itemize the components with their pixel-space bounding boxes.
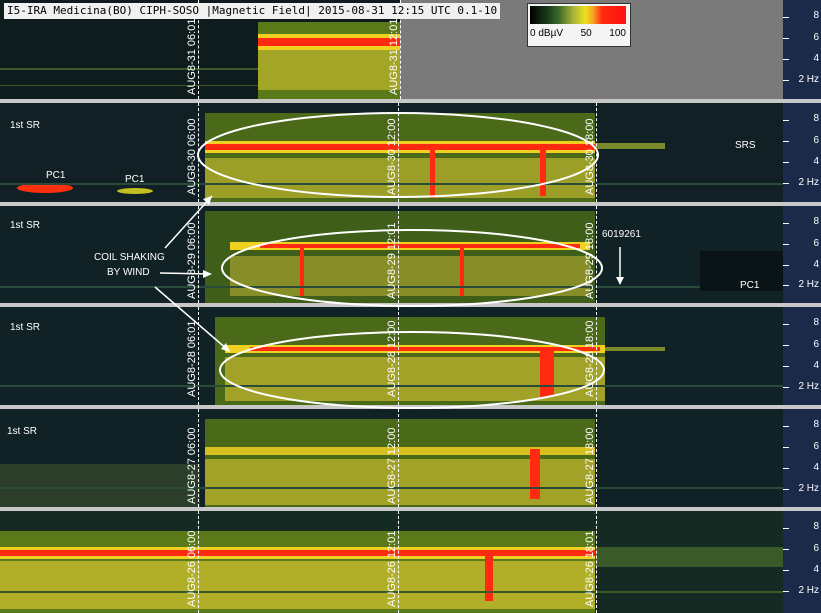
freq-tick-2hz: 2 Hz xyxy=(798,279,819,290)
freq-tick-4: 4 xyxy=(813,360,819,371)
freq-tick-6: 6 xyxy=(813,32,819,43)
color-scale-max-label: 100 xyxy=(609,28,626,39)
ellipse-aug30 xyxy=(197,112,599,198)
freq-tick-8: 8 xyxy=(813,10,819,21)
color-scale-min-label: 0 dBµV xyxy=(530,28,564,39)
color-scale-mid-label: 50 xyxy=(580,28,592,39)
freq-tick-8: 8 xyxy=(813,521,819,532)
arrow-to-aug28 xyxy=(154,286,229,351)
freq-tick-2hz: 2 Hz xyxy=(798,483,819,494)
freq-tick-2hz: 2 Hz xyxy=(798,74,819,85)
freq-tick-4: 4 xyxy=(813,156,819,167)
annotation-overlay xyxy=(154,112,624,409)
arrow-to-aug29 xyxy=(159,272,211,275)
freq-tick-6: 6 xyxy=(813,543,819,554)
freq-tick-4: 4 xyxy=(813,259,819,270)
freq-tick-8: 8 xyxy=(813,419,819,430)
frequency-axis-aug27: 8 6 4 2 Hz xyxy=(783,409,821,507)
freq-tick-6: 6 xyxy=(813,441,819,452)
freq-tick-2hz: 2 Hz xyxy=(798,177,819,188)
freq-tick-4: 4 xyxy=(813,462,819,473)
freq-tick-8: 8 xyxy=(813,317,819,328)
color-scale-bar xyxy=(530,6,626,24)
frequency-axis-aug29: 8 6 4 2 Hz xyxy=(783,206,821,303)
ellipse-aug29 xyxy=(221,229,603,307)
freq-tick-6: 6 xyxy=(813,339,819,350)
spectrogram-title: I5-IRA Medicina(BO) CIPH-SOSO |Magnetic … xyxy=(4,3,501,19)
ellipse-aug28 xyxy=(219,331,605,409)
frequency-axis-aug30: 8 6 4 2 Hz xyxy=(783,103,821,202)
freq-tick-6: 6 xyxy=(813,238,819,249)
freq-tick-6: 6 xyxy=(813,135,819,146)
color-scale-labels: 0 dBµV 50 100 xyxy=(530,28,626,39)
frequency-axis-aug31: 8 6 4 2 Hz xyxy=(783,0,821,99)
freq-tick-8: 8 xyxy=(813,216,819,227)
arrow-to-aug30 xyxy=(164,195,213,249)
freq-tick-8: 8 xyxy=(813,113,819,124)
freq-tick-2hz: 2 Hz xyxy=(798,381,819,392)
frequency-axis-aug26: 8 6 4 2 Hz xyxy=(783,511,821,613)
freq-tick-2hz: 2 Hz xyxy=(798,585,819,596)
freq-tick-4: 4 xyxy=(813,53,819,64)
freq-tick-4: 4 xyxy=(813,564,819,575)
color-scale-legend: 0 dBµV 50 100 xyxy=(527,3,631,47)
frequency-axis-aug28: 8 6 4 2 Hz xyxy=(783,307,821,405)
